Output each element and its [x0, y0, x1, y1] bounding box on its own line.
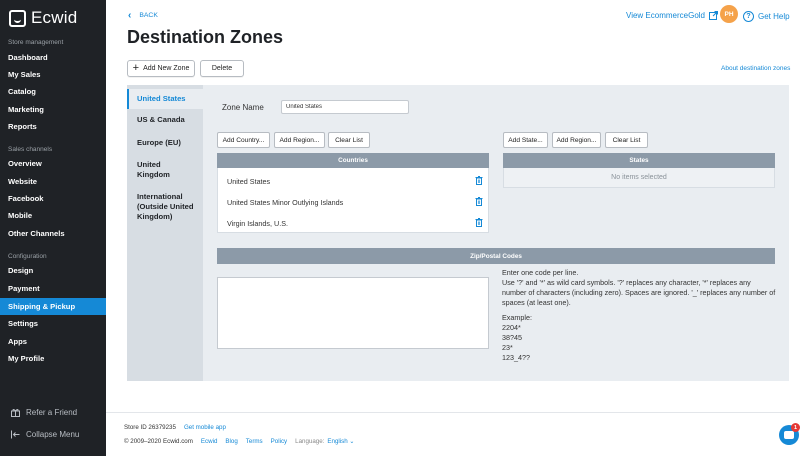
sidebar-item-website[interactable]: Website: [0, 173, 106, 190]
gift-icon: [11, 408, 20, 417]
clear-list-states-button[interactable]: Clear List: [605, 132, 648, 148]
chat-bubble-icon: [784, 431, 794, 439]
get-mobile-app-link[interactable]: Get mobile app: [184, 424, 226, 431]
page-title: Destination Zones: [127, 27, 284, 47]
sidebar-item-other-channels[interactable]: Other Channels: [0, 225, 106, 242]
sidebar-item-payment[interactable]: Payment: [0, 280, 106, 297]
view-store-label: View EcommerceGold: [626, 11, 705, 20]
section-sales-channels: Sales channels: [8, 146, 53, 153]
zone-item-united-states[interactable]: United States: [127, 89, 203, 109]
footer-store-info: Store ID 26379235 Get mobile app: [124, 424, 226, 431]
sidebar-item-catalog[interactable]: Catalog: [0, 83, 106, 100]
back-label: BACK: [139, 12, 158, 19]
sidebar-item-design[interactable]: Design: [0, 262, 106, 279]
countries-list: United States United States Minor Outlyi…: [217, 168, 489, 233]
example-item: 38?45: [502, 333, 522, 342]
get-help-label: Get Help: [758, 12, 790, 21]
section-store-management: Store management: [8, 39, 64, 46]
store-id: Store ID 26379235: [124, 424, 176, 431]
sidebar-item-mobile[interactable]: Mobile: [0, 207, 106, 224]
collapse-menu-label: Collapse Menu: [26, 430, 80, 439]
example-item: 2204*: [502, 323, 521, 332]
sidebar-item-my-profile[interactable]: My Profile: [0, 350, 106, 367]
states-empty-message: No items selected: [503, 168, 775, 188]
ecwid-logo[interactable]: Ecwid: [9, 8, 78, 27]
zone-list: United States US & Canada Europe (EU) Un…: [127, 85, 203, 381]
section-configuration: Configuration: [8, 253, 47, 260]
collapse-arrow-icon: [11, 430, 20, 439]
states-header: States: [503, 153, 775, 168]
zip-codes-header: Zip/Postal Codes: [217, 248, 775, 264]
zone-name-label: Zone Name: [222, 103, 264, 112]
footer-link-policy[interactable]: Policy: [271, 438, 288, 445]
delete-button[interactable]: Delete: [200, 60, 244, 77]
list-item: Virgin Islands, U.S.: [227, 219, 288, 228]
refer-friend-label: Refer a Friend: [26, 408, 78, 417]
sidebar-item-dashboard[interactable]: Dashboard: [0, 49, 106, 66]
sidebar-item-shipping-pickup[interactable]: Shipping & Pickup: [0, 298, 106, 315]
footer-link-blog[interactable]: Blog: [225, 438, 237, 445]
add-new-zone-label: Add New Zone: [143, 65, 190, 72]
trash-icon[interactable]: [475, 176, 483, 185]
external-link-icon: [709, 11, 718, 20]
back-link[interactable]: ‹ BACK: [128, 10, 158, 21]
language-selector[interactable]: English ⌄: [327, 438, 354, 445]
language-label: Language:: [295, 438, 325, 445]
trash-icon[interactable]: [475, 197, 483, 206]
sidebar-item-settings[interactable]: Settings: [0, 315, 106, 332]
cart-logo-icon: [9, 9, 26, 27]
zone-item-us-canada[interactable]: US & Canada: [127, 115, 203, 125]
copyright: © 2009–2020 Ecwid.com: [124, 438, 193, 445]
avatar[interactable]: PH: [720, 5, 738, 23]
example-item: 23*: [502, 343, 513, 352]
countries-header: Countries: [217, 153, 489, 168]
plus-icon: +: [132, 62, 140, 74]
zone-item-international[interactable]: International (Outside United Kingdom): [127, 192, 201, 222]
zone-item-europe-eu[interactable]: Europe (EU): [127, 138, 203, 148]
sidebar-item-apps[interactable]: Apps: [0, 333, 106, 350]
example-item: 123_4??: [502, 353, 530, 362]
add-country-button[interactable]: Add Country...: [217, 132, 270, 148]
sidebar-item-overview[interactable]: Overview: [0, 155, 106, 172]
sidebar: Ecwid Store management Dashboard My Sale…: [0, 0, 106, 456]
zone-item-united-kingdom[interactable]: United Kingdom: [127, 160, 193, 180]
zip-help-line-1: Enter one code per line.: [502, 268, 579, 277]
add-new-zone-button[interactable]: + Add New Zone: [127, 60, 195, 77]
example-label: Example:: [502, 313, 532, 322]
footer-link-ecwid[interactable]: Ecwid: [201, 438, 218, 445]
add-region-button[interactable]: Add Region...: [274, 132, 325, 148]
sidebar-item-facebook[interactable]: Facebook: [0, 190, 106, 207]
zip-codes-textarea[interactable]: [217, 277, 489, 349]
refer-friend-link[interactable]: Refer a Friend: [11, 408, 77, 417]
add-region-states-button[interactable]: Add Region...: [552, 132, 601, 148]
view-store-link[interactable]: View EcommerceGold: [626, 11, 718, 20]
zip-help-text: Enter one code per line. Use '?' and '*'…: [502, 268, 777, 308]
chevron-left-icon: ‹: [128, 10, 132, 21]
add-state-button[interactable]: Add State...: [503, 132, 548, 148]
collapse-menu-button[interactable]: Collapse Menu: [11, 430, 79, 439]
zip-example-block: Example: 2204* 38?45 23* 123_4??: [502, 313, 532, 363]
footer-links: © 2009–2020 Ecwid.com Ecwid Blog Terms P…: [124, 438, 355, 445]
trash-icon[interactable]: [475, 218, 483, 227]
list-item: United States Minor Outlying Islands: [227, 198, 344, 207]
about-destination-zones-link[interactable]: About destination zones: [721, 65, 790, 72]
chat-notification-badge: 1: [791, 423, 800, 432]
clear-list-button[interactable]: Clear List: [328, 132, 370, 148]
footer-divider: [106, 412, 800, 413]
get-help-link[interactable]: ? Get Help: [743, 11, 790, 22]
help-icon: ?: [743, 11, 754, 22]
sidebar-item-my-sales[interactable]: My Sales: [0, 66, 106, 83]
zone-name-input[interactable]: [281, 100, 409, 114]
zip-help-line-2: Use '?' and '*' as wild card symbols. '?…: [502, 278, 776, 307]
sidebar-item-reports[interactable]: Reports: [0, 118, 106, 135]
logo-text: Ecwid: [31, 8, 78, 27]
list-item: United States: [227, 177, 271, 186]
footer-link-terms[interactable]: Terms: [246, 438, 263, 445]
sidebar-item-marketing[interactable]: Marketing: [0, 101, 106, 118]
